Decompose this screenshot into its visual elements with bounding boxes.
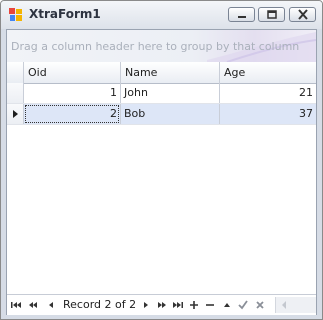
data-navigator: Record 2 of 2 <box>7 294 316 315</box>
title-bar[interactable]: XtraForm1 <box>1 1 322 29</box>
previous-page-icon[interactable] <box>27 299 39 311</box>
group-panel[interactable]: Drag a column header here to group by th… <box>7 30 316 63</box>
row-indicator[interactable] <box>7 104 24 124</box>
cell-age[interactable]: 37 <box>220 104 316 124</box>
first-page-icon[interactable] <box>10 299 22 311</box>
column-header-name[interactable]: Name <box>121 62 220 83</box>
cell-name[interactable]: Bob <box>121 104 220 124</box>
maximize-icon <box>267 10 277 19</box>
cell-age[interactable]: 21 <box>220 83 316 103</box>
focused-row-arrow-icon <box>13 110 18 118</box>
cell-oid-focused[interactable]: 2 <box>24 104 121 124</box>
remove-icon[interactable] <box>204 299 216 311</box>
close-icon <box>298 9 308 20</box>
edit-icon[interactable] <box>221 299 233 311</box>
cancel-edit-icon[interactable] <box>254 299 266 311</box>
record-indicator: Record 2 of 2 <box>63 298 137 311</box>
cell-name[interactable]: John <box>121 83 220 103</box>
previous-record-icon[interactable] <box>45 299 57 311</box>
close-button[interactable] <box>289 7 316 22</box>
table-row[interactable]: 1 John 21 <box>7 83 316 104</box>
group-panel-hint: Drag a column header here to group by th… <box>11 40 300 53</box>
append-icon[interactable] <box>188 299 200 311</box>
column-header-age[interactable]: Age <box>220 62 316 83</box>
window: XtraForm1 Drag a column header here to g… <box>0 0 323 320</box>
header-indicator <box>7 62 24 83</box>
cell-oid[interactable]: 1 <box>24 83 121 103</box>
maximize-button[interactable] <box>258 7 285 22</box>
end-edit-icon[interactable] <box>237 299 249 311</box>
horizontal-scrollbar[interactable] <box>275 297 316 313</box>
row-indicator[interactable] <box>7 83 24 103</box>
scroll-left-icon[interactable] <box>280 301 288 309</box>
grid-control: Drag a column header here to group by th… <box>6 29 317 315</box>
column-header-row: Oid Name Age <box>7 62 316 84</box>
last-page-icon[interactable] <box>172 299 184 311</box>
window-title: XtraForm1 <box>29 7 101 21</box>
table-row-focused[interactable]: 2 Bob 37 <box>7 104 316 125</box>
column-header-oid[interactable]: Oid <box>24 62 121 83</box>
minimize-icon <box>238 16 246 18</box>
minimize-button[interactable] <box>228 7 255 22</box>
focus-rectangle <box>25 105 119 123</box>
next-page-icon[interactable] <box>156 299 168 311</box>
next-record-icon[interactable] <box>140 299 152 311</box>
app-icon <box>9 8 22 21</box>
